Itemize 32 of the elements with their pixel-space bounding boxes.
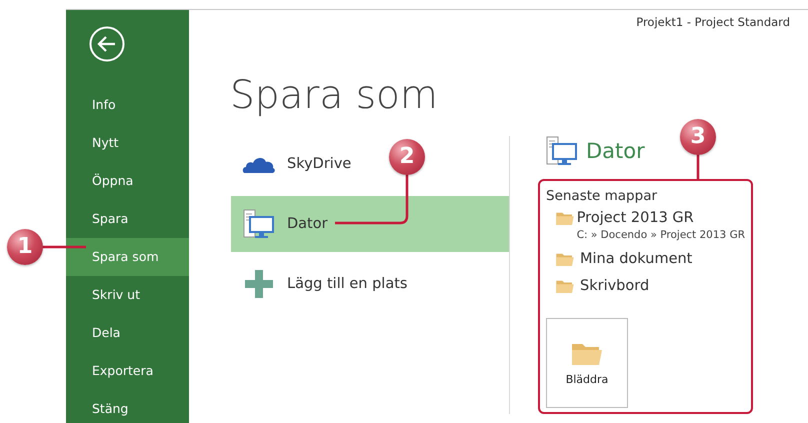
folder-icon — [556, 279, 574, 293]
place-item[interactable]: Lägg till en plats — [231, 256, 416, 312]
place-item[interactable]: Dator — [231, 196, 509, 252]
folder-icon — [556, 252, 574, 266]
page-title: Spara som — [230, 72, 439, 120]
folder-path: C: » Docendo » Project 2013 GR — [576, 228, 745, 242]
menu-item[interactable]: Dela — [66, 314, 189, 352]
menu-item[interactable]: Skriv ut — [66, 276, 189, 314]
menu-item[interactable]: Öppna — [66, 162, 189, 200]
location-title: Dator — [586, 139, 645, 163]
folder-icon — [556, 211, 574, 225]
plus-icon — [245, 270, 273, 298]
leader-line — [40, 246, 86, 248]
folder-name[interactable]: Project 2013 GR — [576, 209, 745, 228]
menu-item[interactable]: Spara — [66, 200, 189, 238]
callout-badge: 2 — [389, 139, 425, 175]
menu-item[interactable]: Nytt — [66, 124, 189, 162]
callout-badge: 3 — [680, 119, 716, 155]
menu-item[interactable]: Stäng — [66, 390, 189, 423]
callout-badge: 1 — [7, 229, 43, 265]
section-heading: Senaste mappar — [546, 187, 658, 206]
window-title: Projekt1 - Project Standard — [636, 14, 790, 31]
menu-item[interactable]: Spara som — [66, 238, 189, 276]
computer-icon — [243, 209, 275, 239]
folder-name[interactable]: Skrivbord — [580, 277, 650, 296]
computer-icon — [546, 136, 578, 166]
menu-item[interactable]: Info — [66, 86, 189, 124]
browse-button[interactable]: Bläddra — [546, 318, 628, 408]
menu-item[interactable]: Exportera — [66, 352, 189, 390]
back-icon[interactable] — [89, 26, 125, 62]
place-item[interactable]: SkyDrive — [231, 136, 360, 192]
folder-name[interactable]: Mina dokument — [580, 250, 692, 269]
